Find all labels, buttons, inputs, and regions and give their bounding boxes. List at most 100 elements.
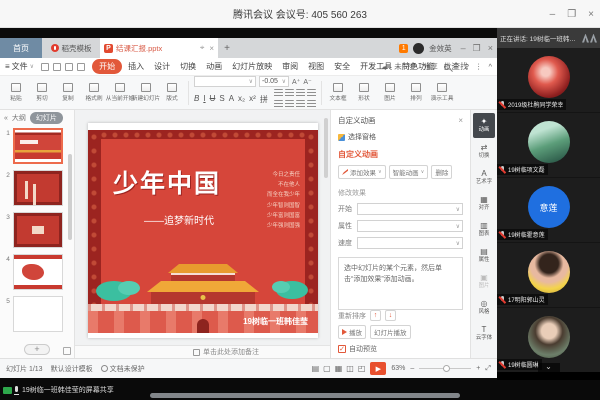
slide-thumbnail[interactable]: 5: [3, 296, 74, 332]
zoom-slider[interactable]: [419, 368, 471, 369]
ribbon-tab[interactable]: 插入: [124, 60, 148, 73]
text-style-button[interactable]: 拼: [260, 94, 268, 105]
slide-thumbnail[interactable]: 4: [3, 254, 74, 290]
ribbon-tab[interactable]: 视图: [304, 60, 328, 73]
text-style-button[interactable]: S: [219, 94, 224, 105]
toolbar-button[interactable]: 演示工具: [429, 83, 455, 102]
ribbon-tab[interactable]: 开始: [92, 59, 122, 74]
collapse-panel-icon[interactable]: «: [4, 115, 8, 122]
toolbar-button[interactable]: 剪切: [29, 83, 55, 102]
tab-document[interactable]: P 结课汇报.pptx ⌖ ×: [100, 38, 218, 58]
view-mode-icon[interactable]: ▤: [312, 364, 320, 373]
increase-font-icon[interactable]: A⁺: [292, 78, 300, 86]
justify-icon[interactable]: [307, 89, 316, 98]
slideshow-play-button[interactable]: ▶: [370, 362, 386, 375]
toolbar-button[interactable]: 图片: [377, 83, 403, 102]
undo-icon[interactable]: [77, 63, 85, 71]
rail-tool-button[interactable]: ▦ 对齐: [473, 191, 495, 216]
slideshow-button[interactable]: 幻灯片播放: [370, 325, 411, 339]
preview-icon[interactable]: [65, 63, 73, 71]
move-down-icon[interactable]: ↓: [385, 310, 396, 321]
participant-tile[interactable]: 19树临圆琳: [497, 308, 600, 372]
toolbar-button[interactable]: 形状: [351, 83, 377, 102]
effect-field-combobox[interactable]: ∨: [357, 203, 463, 215]
wps-close-icon[interactable]: ×: [488, 43, 493, 54]
align-center-icon[interactable]: [285, 89, 294, 98]
bullet-list-icon[interactable]: [274, 100, 283, 109]
notes-bar[interactable]: 单击此处添加备注: [75, 345, 330, 358]
outline-tab[interactable]: 大纲: [12, 113, 26, 123]
canvas-scrollbar[interactable]: [324, 118, 328, 178]
delete-effect-button[interactable]: 删除: [431, 165, 452, 179]
tab-home[interactable]: 首页: [0, 38, 42, 58]
slide-thumbnail[interactable]: 1: [3, 128, 74, 164]
panel-corner-icon[interactable]: [63, 347, 71, 355]
ribbon-tab[interactable]: 切换: [176, 60, 200, 73]
participant-tile[interactable]: 意莲 19树临霍意莲: [497, 178, 600, 242]
sync-status[interactable]: 未同步: [394, 61, 417, 72]
rail-tool-button[interactable]: A 艺术字: [473, 165, 495, 190]
ribbon-tab[interactable]: 安全: [330, 60, 354, 73]
ribbon-tab[interactable]: 审阅: [278, 60, 302, 73]
move-up-icon[interactable]: ↑: [370, 310, 381, 321]
new-tab-button[interactable]: +: [218, 38, 236, 58]
slides-tab[interactable]: 幻灯片: [30, 112, 63, 124]
share-button[interactable]: 分享: [423, 61, 438, 72]
participant-tile[interactable]: 2019级杜鹃同学荣幸: [497, 48, 600, 112]
text-style-button[interactable]: I: [203, 94, 205, 105]
minimize-icon[interactable]: –: [550, 9, 556, 20]
rail-tool-button[interactable]: ✦ 动画: [473, 113, 495, 138]
view-mode-icon[interactable]: ▦: [335, 364, 343, 373]
line-spacing-icon[interactable]: [307, 100, 316, 109]
maximize-icon[interactable]: ❐: [567, 9, 576, 20]
toolbar-button[interactable]: 粘贴: [3, 83, 29, 102]
toolbar-button[interactable]: 复制: [55, 83, 81, 102]
zoom-slider-knob[interactable]: [443, 365, 450, 372]
horizontal-scrollbar[interactable]: [150, 393, 460, 398]
text-style-button[interactable]: A: [229, 94, 234, 105]
comment-button[interactable]: 批注: [444, 61, 459, 72]
font-family-combobox[interactable]: ∨: [194, 76, 256, 87]
tab-docer[interactable]: 稻壳模板: [42, 38, 100, 58]
design-template-label[interactable]: 默认设计模板: [51, 364, 93, 374]
decrease-font-icon[interactable]: A⁻: [303, 78, 311, 86]
zoom-out-icon[interactable]: –: [410, 365, 414, 372]
toolbar-button[interactable]: 版式: [159, 83, 185, 102]
slide-thumbnail[interactable]: 2: [3, 170, 74, 206]
rail-tool-button[interactable]: ▥ 图表: [473, 217, 495, 242]
print-icon[interactable]: [53, 63, 61, 71]
number-list-icon[interactable]: [285, 100, 294, 109]
thumbnail-scrollbar[interactable]: [68, 154, 72, 240]
text-style-button[interactable]: U: [210, 94, 216, 105]
account-name[interactable]: 金效英: [429, 43, 452, 54]
panel-close-icon[interactable]: ×: [458, 116, 463, 125]
close-icon[interactable]: ×: [588, 9, 594, 20]
toolbar-button[interactable]: 从当前开始: [107, 83, 133, 102]
zoom-in-icon[interactable]: +: [476, 365, 480, 372]
slide-page[interactable]: 今日之责任不在他人而全在我少年少年智则国智少年富则国富少年强则国强 少年中国 —…: [88, 123, 318, 338]
font-size-combobox[interactable]: -0.05 ∨: [259, 76, 289, 87]
indent-icon[interactable]: [296, 100, 305, 109]
toolbar-button[interactable]: 格式刷: [81, 83, 107, 102]
play-animation-button[interactable]: 播放: [338, 325, 366, 339]
rail-tool-button[interactable]: ⇄ 切换: [473, 139, 495, 164]
file-menu-button[interactable]: ≡ 文件 ∨: [5, 61, 34, 72]
account-avatar[interactable]: [413, 43, 424, 54]
rail-tool-button[interactable]: ▤ 属性: [473, 243, 495, 268]
toolbar-button[interactable]: 文本框: [325, 83, 351, 102]
pin-icon[interactable]: ⌖: [200, 43, 205, 53]
effect-field-combobox[interactable]: ∨: [357, 237, 463, 249]
toolbar-button[interactable]: 新建幻灯片: [133, 83, 159, 102]
ribbon-tab[interactable]: 幻灯片放映: [228, 60, 276, 73]
add-effect-button[interactable]: 添加效果 ∨: [338, 165, 386, 179]
help-icon[interactable]: ?: [465, 62, 469, 71]
fit-screen-icon[interactable]: ⤢: [485, 365, 491, 373]
collapse-ribbon-icon[interactable]: ^: [488, 62, 492, 71]
ribbon-tab[interactable]: 设计: [150, 60, 174, 73]
more-icon[interactable]: ⋮: [475, 62, 483, 71]
document-protect-label[interactable]: 文档未保护: [110, 364, 145, 374]
wps-maximize-icon[interactable]: ❐: [473, 43, 481, 54]
selection-pane-button[interactable]: 选择窗格: [338, 132, 463, 142]
update-badge[interactable]: 1: [399, 44, 408, 53]
wps-minimize-icon[interactable]: –: [461, 43, 466, 54]
